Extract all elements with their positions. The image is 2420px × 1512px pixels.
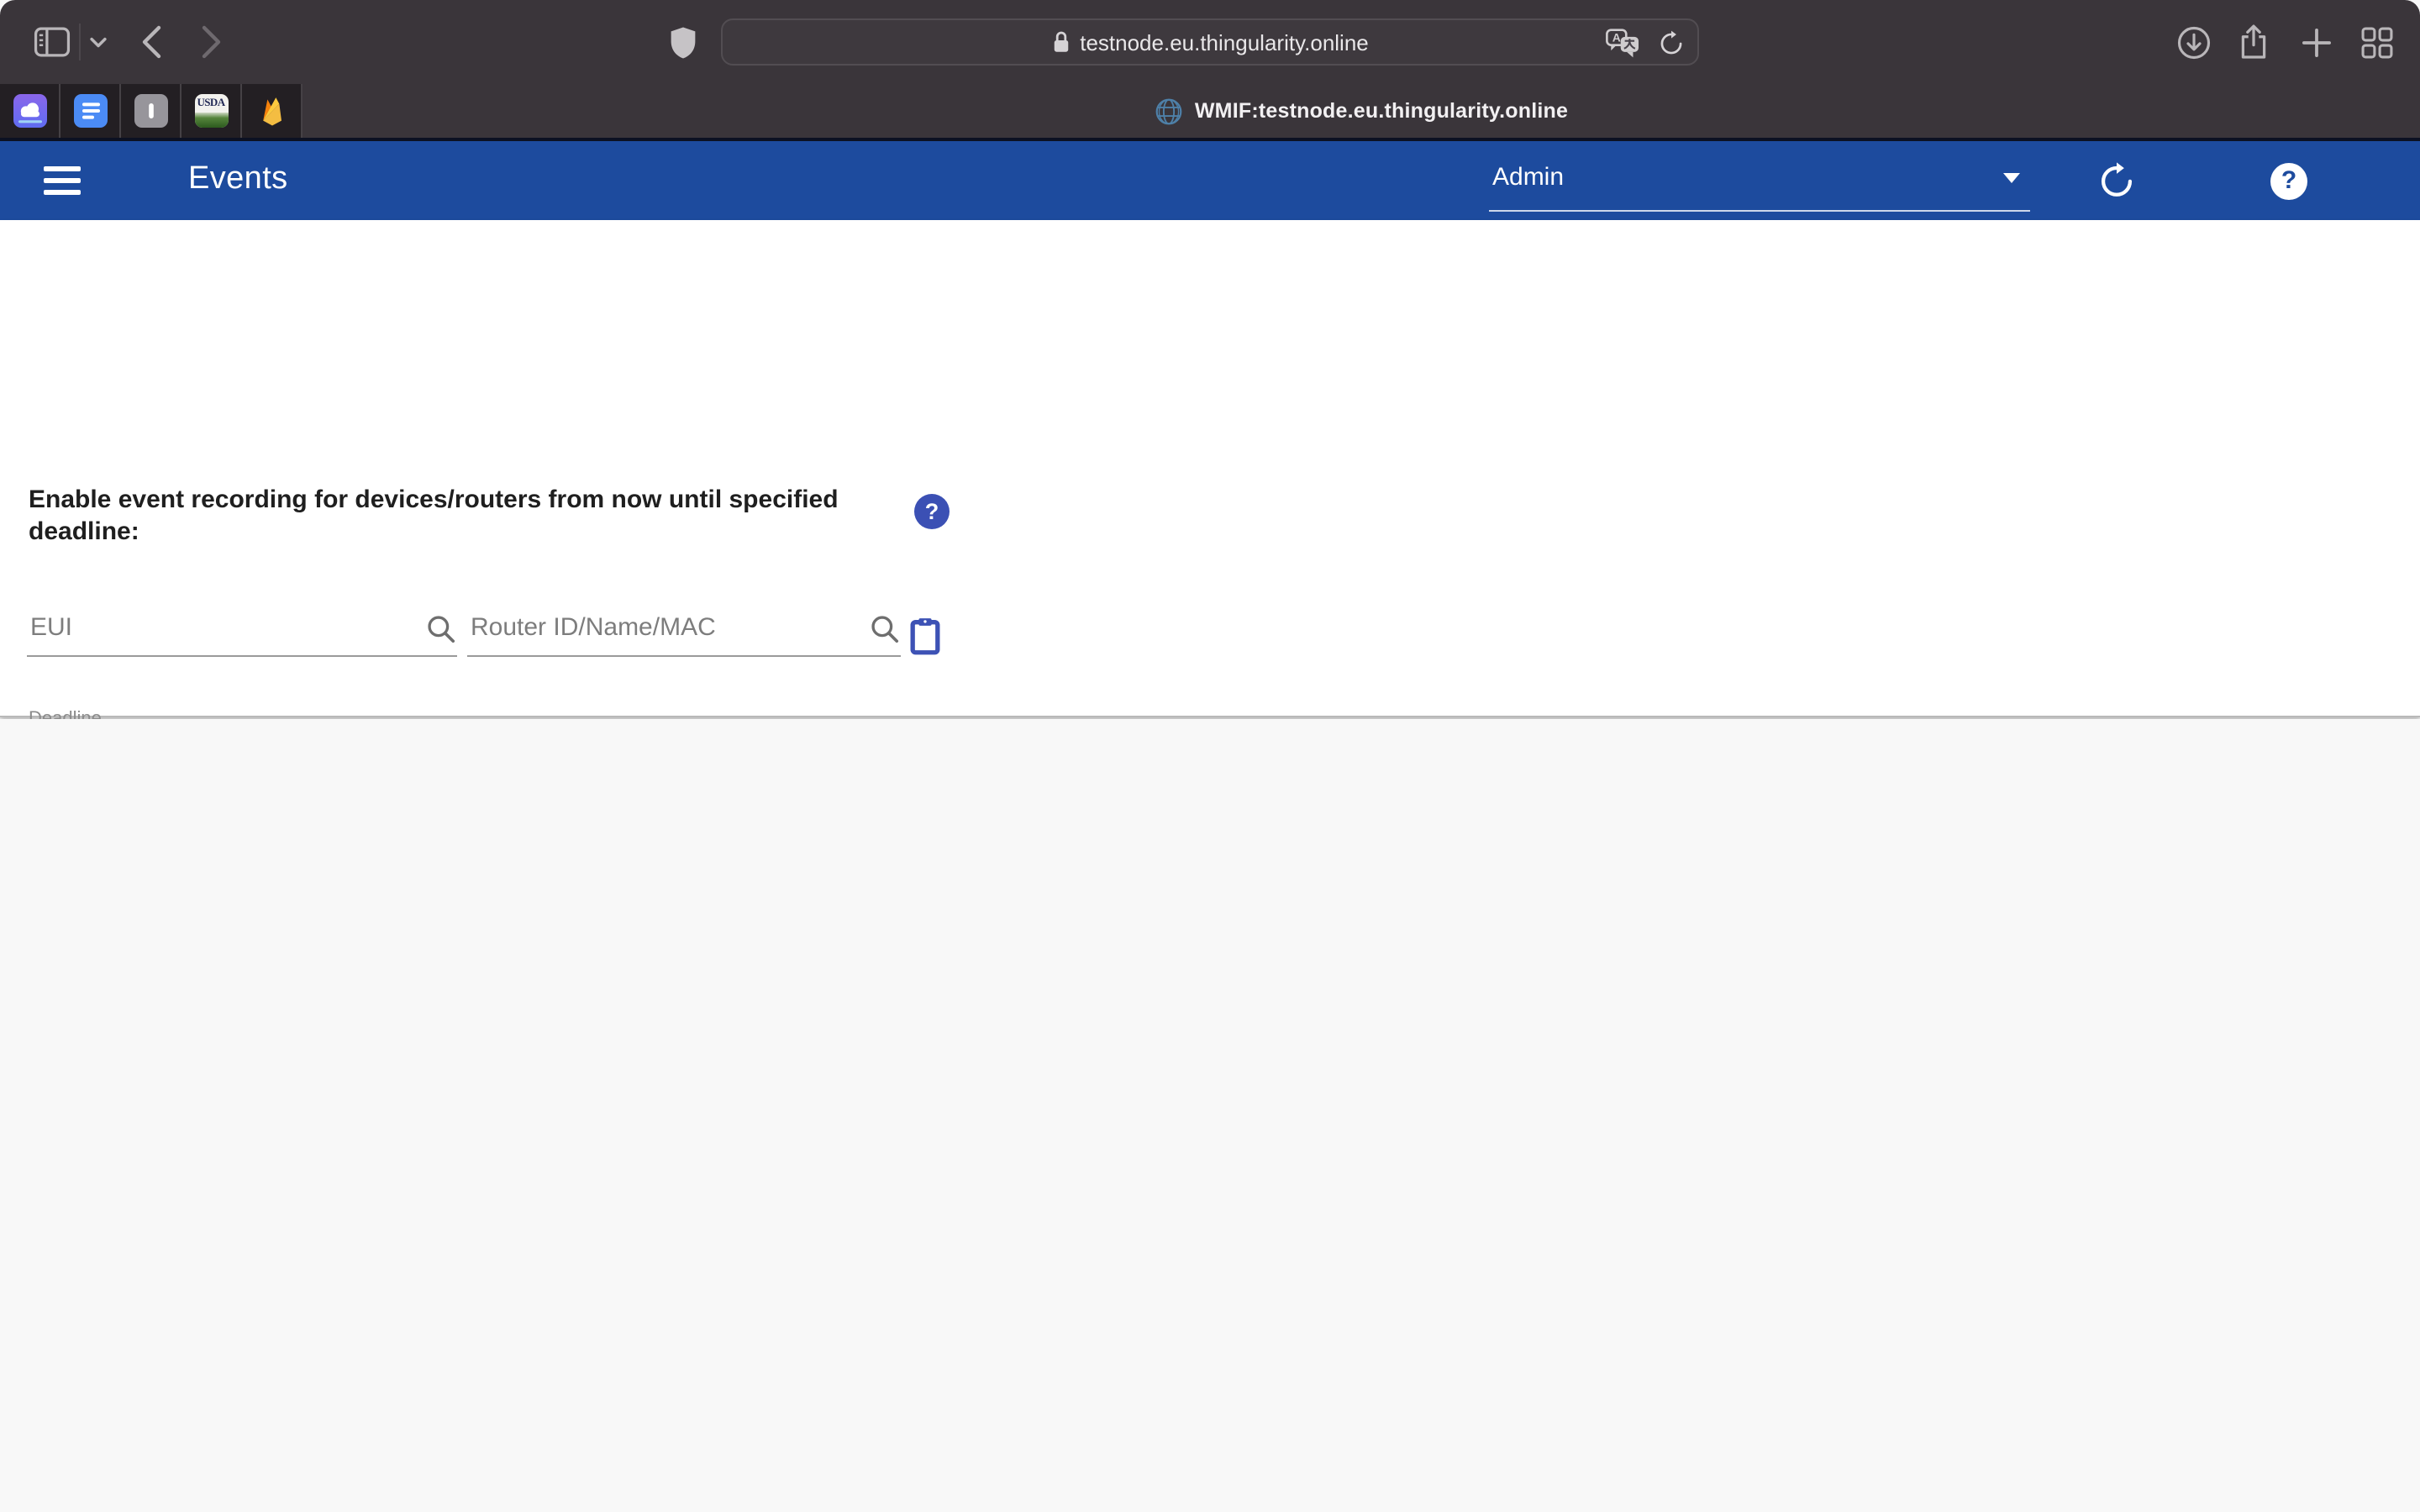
forward-arrow-icon [202, 25, 222, 59]
forward-button[interactable] [192, 0, 232, 84]
titlebar-divider [79, 24, 81, 60]
safari-window: testnode.eu.thingularity.online A [0, 0, 2420, 1512]
shield-icon [668, 24, 697, 60]
url-text: testnode.eu.thingularity.online [1080, 29, 1369, 55]
router-search-button[interactable] [869, 613, 901, 645]
help-icon: ? [2270, 162, 2307, 199]
role-select-value: Admin [1492, 163, 1564, 192]
refresh-icon [2096, 161, 2135, 200]
pinned-tab-docs[interactable] [60, 84, 121, 138]
screen: testnode.eu.thingularity.online A [0, 0, 2420, 1512]
usda-favicon-icon: USDA [194, 94, 228, 128]
pinned-tab-info[interactable] [121, 84, 182, 138]
reload-icon[interactable] [1659, 30, 1684, 57]
pinned-tab-usda[interactable]: USDA [182, 84, 242, 138]
content-card: Enable event recording for devices/route… [0, 220, 2420, 717]
info-favicon-icon [134, 94, 167, 128]
tab-title: WMIF:testnode.eu.thingularity.online [1195, 99, 1568, 123]
grid-icon [2360, 26, 2392, 58]
pinned-tab-icloud[interactable] [0, 84, 60, 138]
address-bar-actions: A [1605, 20, 1684, 67]
page-background [0, 719, 2420, 1512]
question-icon: ? [925, 499, 939, 524]
app-toolbar: Events Admin ? [0, 141, 2420, 220]
pinned-tabs: USDA [0, 84, 302, 138]
pinned-tab-firebase[interactable] [242, 84, 302, 138]
eui-search-button[interactable] [425, 613, 457, 645]
section-heading: Enable event recording for devices/route… [29, 486, 869, 549]
menu-button[interactable] [44, 163, 81, 198]
lock-icon [1051, 30, 1070, 54]
refresh-button[interactable] [2082, 141, 2149, 220]
translate-icon[interactable]: A [1605, 29, 1642, 59]
firebase-favicon-icon [255, 94, 288, 128]
back-arrow-icon [141, 25, 161, 59]
router-input[interactable] [467, 613, 901, 655]
clipboard-icon [909, 617, 941, 655]
router-field [467, 613, 901, 657]
globe-icon [1155, 97, 1183, 125]
tab-overview-button[interactable] [2353, 0, 2400, 84]
help-button[interactable]: ? [2255, 141, 2323, 220]
eui-field [27, 613, 457, 657]
new-tab-button[interactable] [2292, 0, 2339, 84]
select-underline [1489, 210, 2030, 212]
sidebar-toggle-button[interactable] [30, 0, 74, 84]
icloud-favicon-icon [13, 94, 46, 128]
share-icon [2238, 24, 2269, 60]
docs-favicon-icon [73, 94, 107, 128]
chevron-down-icon [88, 36, 107, 48]
share-button[interactable] [2230, 0, 2277, 84]
section-help-button[interactable]: ? [914, 494, 950, 529]
paste-button[interactable] [909, 617, 941, 655]
address-bar-content: testnode.eu.thingularity.online [1051, 29, 1369, 55]
select-arrow-icon [2003, 173, 2020, 183]
privacy-shield-button[interactable] [662, 0, 702, 84]
search-icon [869, 613, 901, 645]
address-bar[interactable]: testnode.eu.thingularity.online A [721, 18, 1699, 66]
search-icon [425, 613, 457, 645]
plus-icon [2302, 28, 2330, 56]
role-select[interactable]: Admin [1489, 151, 2030, 205]
downloads-button[interactable] [2170, 0, 2217, 84]
sidebar-icon [34, 27, 71, 57]
sidebar-chevron-button[interactable] [84, 0, 111, 84]
tab-strip: USDA [0, 84, 2420, 138]
download-icon [2175, 24, 2211, 60]
browser-titlebar: testnode.eu.thingularity.online A [0, 0, 2420, 84]
active-tab[interactable]: WMIF:testnode.eu.thingularity.online [302, 84, 2420, 138]
svg-text:A: A [1612, 31, 1621, 45]
eui-input[interactable] [27, 613, 457, 655]
page-title: Events [188, 161, 288, 198]
back-button[interactable] [131, 0, 171, 84]
